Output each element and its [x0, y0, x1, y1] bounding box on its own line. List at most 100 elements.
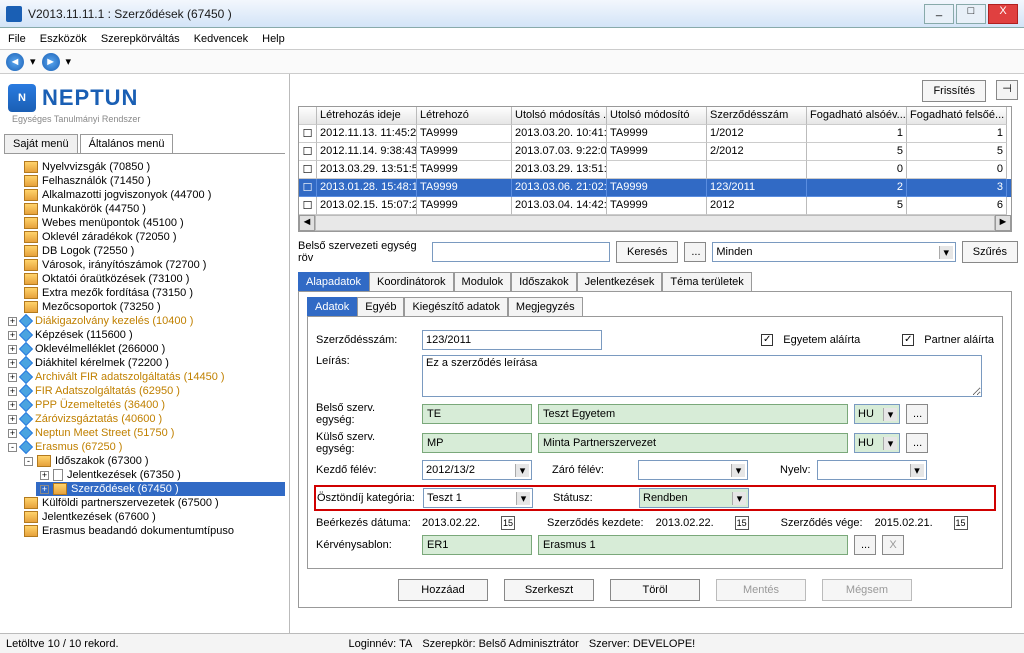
osztondij-kategoria-combo[interactable]: Teszt 1▾ [423, 488, 533, 508]
tree-item[interactable]: Neptun Meet Street (51750 ) [35, 427, 174, 439]
kezdo-felev-combo[interactable]: 2012/13/2▾ [422, 460, 532, 480]
tree-item[interactable]: Munkakörök (44750 ) [42, 203, 146, 215]
tree-item-szerzodesek[interactable]: Szerződések (67450 ) [71, 483, 179, 495]
tab-idoszakok[interactable]: Időszakok [511, 272, 577, 291]
grid-row-selected[interactable]: ☐2013.01.28. 15:48:1TA99992013.03.06. 21… [299, 179, 1011, 197]
scroll-left-icon[interactable]: ◄ [299, 215, 315, 231]
tree-item[interactable]: Mezőcsoportok (73250 ) [42, 301, 161, 313]
grid-row[interactable]: ☐2013.02.15. 15:07:2TA99992013.03.04. 14… [299, 197, 1011, 215]
tab-tema-teruletek[interactable]: Téma területek [662, 272, 751, 291]
tab-koordinatorok[interactable]: Koordinátorok [369, 272, 454, 291]
statusz-combo[interactable]: Rendben▾ [639, 488, 749, 508]
expand-icon[interactable]: + [8, 387, 17, 396]
tree-item[interactable]: Külföldi partnerszervezetek (67500 ) [42, 497, 219, 509]
scroll-right-icon[interactable]: ► [995, 215, 1011, 231]
kulso-browse-button[interactable]: ... [906, 433, 928, 453]
filter-combo[interactable]: Minden▾ [712, 242, 955, 262]
expand-icon[interactable]: + [8, 359, 17, 368]
expand-icon[interactable]: + [8, 317, 17, 326]
grid-row[interactable]: ☐2012.11.14. 9:38:43TA99992013.07.03. 9:… [299, 143, 1011, 161]
szerkeszt-button[interactable]: Szerkeszt [504, 579, 594, 601]
collapse-icon[interactable]: - [24, 457, 33, 466]
grid-row[interactable]: ☐2013.03.29. 13:51:5TA99992013.03.29. 13… [299, 161, 1011, 179]
col-szerzodesszam[interactable]: Szerződésszám [707, 107, 807, 125]
tree-item[interactable]: Záróvizsgáztatás (40600 ) [35, 413, 162, 425]
szures-button[interactable]: Szűrés [962, 241, 1018, 263]
search-button[interactable]: Keresés [616, 241, 678, 263]
expand-icon[interactable]: + [40, 471, 49, 480]
belso-lang-combo[interactable]: HU▾ [854, 404, 900, 424]
tree-item[interactable]: Diákhitel kérelmek (72200 ) [35, 357, 169, 369]
tree-item[interactable]: Nyelvvizsgák (70850 ) [42, 161, 150, 173]
zaro-felev-combo[interactable]: ▾ [638, 460, 748, 480]
tree-item[interactable]: Archivált FIR adatszolgáltatás (14450 ) [35, 371, 225, 383]
close-button[interactable]: X [988, 4, 1018, 24]
expand-icon[interactable]: + [8, 429, 17, 438]
menu-eszkozok[interactable]: Eszközök [40, 33, 87, 45]
col-fogadhato-also[interactable]: Fogadható alsóév... [807, 107, 907, 125]
tree-item[interactable]: Alkalmazotti jogviszonyok (44700 ) [42, 189, 211, 201]
collapse-icon[interactable]: - [8, 443, 17, 452]
expand-icon[interactable]: + [8, 401, 17, 410]
col-utolso-mod[interactable]: Utolsó módosítás ... [512, 107, 607, 125]
maximize-button[interactable]: □ [956, 4, 986, 24]
col-letrehozas[interactable]: Létrehozás ideje [317, 107, 417, 125]
tree-item[interactable]: Oklevél záradékok (72050 ) [42, 231, 177, 243]
tree-item[interactable]: FIR Adatszolgáltatás (62950 ) [35, 385, 180, 397]
navigation-tree[interactable]: Nyelvvizsgák (70850 ) Felhasználók (7145… [4, 160, 285, 590]
menu-kedvencek[interactable]: Kedvencek [194, 33, 248, 45]
tab-altalanos-menu[interactable]: Általános menü [80, 134, 174, 153]
tree-item[interactable]: Extra mezők fordítása (73150 ) [42, 287, 193, 299]
tree-item[interactable]: Felhasználók (71450 ) [42, 175, 151, 187]
tree-item[interactable]: Webes menüpontok (45100 ) [42, 217, 184, 229]
col-letrehozo[interactable]: Létrehozó [417, 107, 512, 125]
nav-back-button[interactable]: ◄ [6, 53, 24, 71]
subtab-megjegyzes[interactable]: Megjegyzés [508, 297, 583, 316]
tree-item[interactable]: Időszakok (67300 ) [55, 455, 149, 467]
refresh-button[interactable]: Frissítés [922, 80, 986, 102]
minimize-button[interactable]: _ [924, 4, 954, 24]
tab-modulok[interactable]: Modulok [454, 272, 512, 291]
tab-jelentkezesek[interactable]: Jelentkezések [577, 272, 663, 291]
kerveny-browse-button[interactable]: ... [854, 535, 876, 555]
pin-icon[interactable]: ⊣ [996, 80, 1018, 100]
expand-icon[interactable]: + [8, 415, 17, 424]
tree-item[interactable]: PPP Üzemeltetés (36400 ) [35, 399, 165, 411]
expand-icon[interactable]: + [8, 345, 17, 354]
tree-item[interactable]: Jelentkezések (67350 ) [67, 469, 181, 481]
partner-alairta-checkbox[interactable]: ✓ [902, 334, 914, 346]
tree-item[interactable]: Városok, irányítószámok (72700 ) [42, 259, 206, 271]
col-fogadhato-felso[interactable]: Fogadható felsőé... [907, 107, 1007, 125]
tree-item[interactable]: Képzések (115600 ) [35, 329, 133, 341]
tree-item[interactable]: Diákigazolvány kezelés (10400 ) [35, 315, 193, 327]
menu-help[interactable]: Help [262, 33, 285, 45]
tree-item[interactable]: Jelentkezések (67600 ) [42, 511, 156, 523]
contracts-grid[interactable]: Létrehozás ideje Létrehozó Utolsó módosí… [298, 106, 1012, 232]
menu-szerepkorvaltas[interactable]: Szerepkörváltás [101, 33, 180, 45]
calendar-icon[interactable]: 15 [954, 516, 968, 530]
calendar-icon[interactable]: 15 [735, 516, 749, 530]
nav-forward-button[interactable]: ► [42, 53, 60, 71]
tree-item[interactable]: Oklevélmelléklet (266000 ) [35, 343, 165, 355]
expand-icon[interactable]: + [8, 331, 17, 340]
col-utolso-modosito[interactable]: Utolsó módosító [607, 107, 707, 125]
nyelv-combo[interactable]: ▾ [817, 460, 927, 480]
egyetem-alairta-checkbox[interactable]: ✓ [761, 334, 773, 346]
torol-button[interactable]: Töröl [610, 579, 700, 601]
grid-row[interactable]: ☐2012.11.13. 11:45:2TA99992013.03.20. 10… [299, 125, 1011, 143]
calendar-icon[interactable]: 15 [501, 516, 515, 530]
hozzaad-button[interactable]: Hozzáad [398, 579, 488, 601]
expand-icon[interactable]: + [8, 373, 17, 382]
subtab-egyeb[interactable]: Egyéb [357, 297, 404, 316]
menu-file[interactable]: File [8, 33, 26, 45]
kulso-lang-combo[interactable]: HU▾ [854, 433, 900, 453]
tab-sajat-menu[interactable]: Saját menü [4, 134, 78, 153]
tab-alapadatok[interactable]: Alapadatok [298, 272, 369, 291]
expand-icon[interactable]: + [40, 485, 49, 494]
tree-item[interactable]: Oktatói óraütközések (73100 ) [42, 273, 189, 285]
kerveny-clear-button[interactable]: X [882, 535, 904, 555]
belso-browse-button[interactable]: ... [906, 404, 928, 424]
szerzodesszam-input[interactable] [422, 330, 602, 350]
tree-item-erasmus[interactable]: Erasmus (67250 ) [35, 441, 122, 453]
subtab-adatok[interactable]: Adatok [307, 297, 357, 316]
